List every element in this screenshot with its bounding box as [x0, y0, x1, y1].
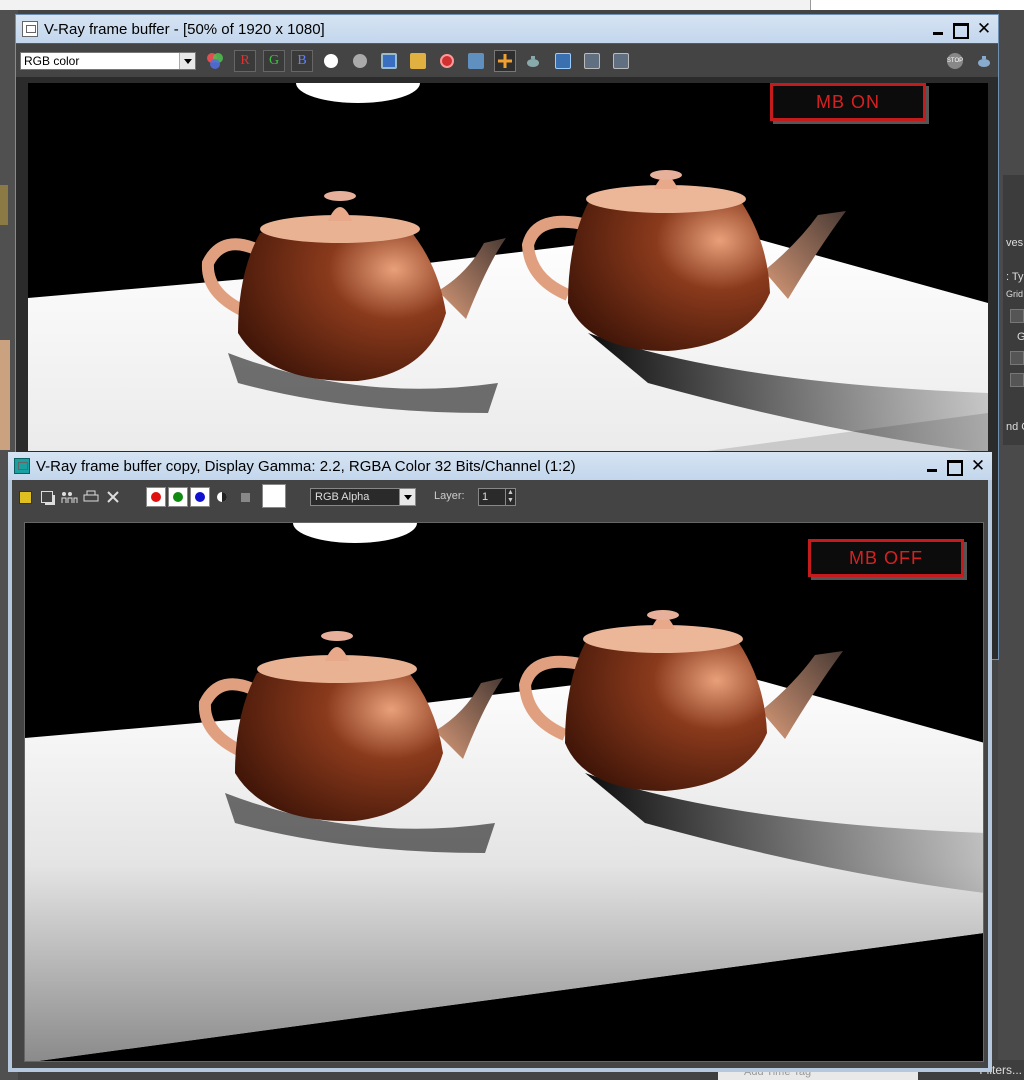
save-image-icon[interactable] [378, 50, 400, 72]
render-icon[interactable] [974, 50, 996, 72]
panel-text-4: G [1017, 331, 1024, 343]
alpha-white-icon[interactable] [320, 50, 342, 72]
minimize-button[interactable] [922, 456, 942, 476]
chevron-down-icon[interactable] [399, 489, 415, 505]
panel-spinner[interactable] [1010, 373, 1024, 387]
color-channels-icon[interactable] [204, 50, 226, 72]
minimize-button[interactable] [928, 19, 948, 39]
green-channel-button[interactable] [168, 487, 188, 507]
clone-icon[interactable] [38, 488, 56, 506]
panel-text-3: Grid [1006, 289, 1024, 299]
stop-render-icon[interactable]: STOP [944, 50, 966, 72]
maximize-button[interactable] [945, 456, 965, 476]
window-title: V-Ray frame buffer copy, Display Gamma: … [36, 457, 576, 475]
layer-spinner[interactable]: 1 ▲ ▼ [478, 488, 516, 506]
render-image [28, 83, 988, 451]
blue-channel-button[interactable]: B [291, 50, 313, 72]
panel-spinner[interactable] [1010, 351, 1024, 365]
channel-dropdown[interactable]: RGB color [20, 52, 196, 70]
window-titlebar[interactable]: V-Ray frame buffer copy, Display Gamma: … [8, 452, 992, 480]
window-app-icon [14, 458, 30, 474]
compare-ab-icon[interactable] [552, 50, 574, 72]
alpha-display-icon[interactable] [236, 488, 254, 506]
monochrome-icon[interactable] [349, 50, 371, 72]
red-channel-button[interactable] [146, 487, 166, 507]
blue-channel-button[interactable] [190, 487, 210, 507]
close-button[interactable]: ✕ [974, 19, 994, 39]
background-top-strip [0, 0, 1024, 10]
render-image [25, 523, 983, 1061]
save-icon[interactable] [16, 488, 34, 506]
close-button[interactable]: ✕ [968, 456, 988, 476]
render-viewport[interactable]: MB ON [28, 83, 988, 451]
green-channel-button[interactable]: G [263, 50, 285, 72]
load-image-icon[interactable] [407, 50, 429, 72]
copy-to-max-vfb-icon[interactable] [465, 50, 487, 72]
motion-blur-off-label: MB OFF [808, 539, 964, 577]
panel-text-2: : Ty [1006, 271, 1024, 283]
red-channel-button[interactable]: R [234, 50, 256, 72]
window-app-icon [22, 21, 38, 37]
spinner-arrows-icon[interactable]: ▲ ▼ [505, 489, 515, 505]
channel-dropdown-value: RGB color [24, 54, 80, 68]
mono-display-icon[interactable] [213, 488, 231, 506]
layer-label: Layer: [434, 490, 465, 502]
display-channel-value: RGB Alpha [315, 491, 370, 503]
clear-image-icon[interactable] [436, 50, 458, 72]
vray-frame-buffer-copy-window: V-Ray frame buffer copy, Display Gamma: … [8, 452, 992, 1072]
region-render-icon[interactable] [581, 50, 603, 72]
layer-value: 1 [482, 491, 489, 503]
frame-buffer-toolbar: RGB Alpha Layer: 1 ▲ ▼ [12, 480, 988, 512]
window-titlebar[interactable]: V-Ray frame buffer - [50% of 1920 x 1080… [16, 15, 998, 43]
print-icon[interactable] [82, 488, 100, 506]
maximize-button[interactable] [951, 19, 971, 39]
display-channel-dropdown[interactable]: RGB Alpha [310, 488, 416, 506]
history-icon[interactable] [610, 50, 632, 72]
window-title: V-Ray frame buffer - [50% of 1920 x 1080… [44, 20, 325, 38]
render-teapot-icon[interactable] [523, 50, 545, 72]
background-right-panel [998, 10, 1024, 1080]
motion-blur-on-label: MB ON [770, 83, 926, 121]
color-swatch[interactable] [262, 484, 286, 508]
panel-text-1: ves [1006, 237, 1024, 249]
track-mouse-icon[interactable] [494, 50, 516, 72]
chevron-down-icon[interactable] [179, 53, 195, 69]
channels-icon[interactable] [60, 488, 78, 506]
panel-spinner[interactable] [1010, 309, 1024, 323]
render-viewport[interactable]: MB OFF [24, 522, 984, 1062]
vfb-toolbar: RGB color R G B STOP [16, 43, 998, 77]
command-panel-fragment: ves : Ty Grid G nd C [1003, 175, 1024, 445]
clear-icon[interactable] [104, 488, 122, 506]
panel-text-5: nd C [1006, 421, 1024, 433]
